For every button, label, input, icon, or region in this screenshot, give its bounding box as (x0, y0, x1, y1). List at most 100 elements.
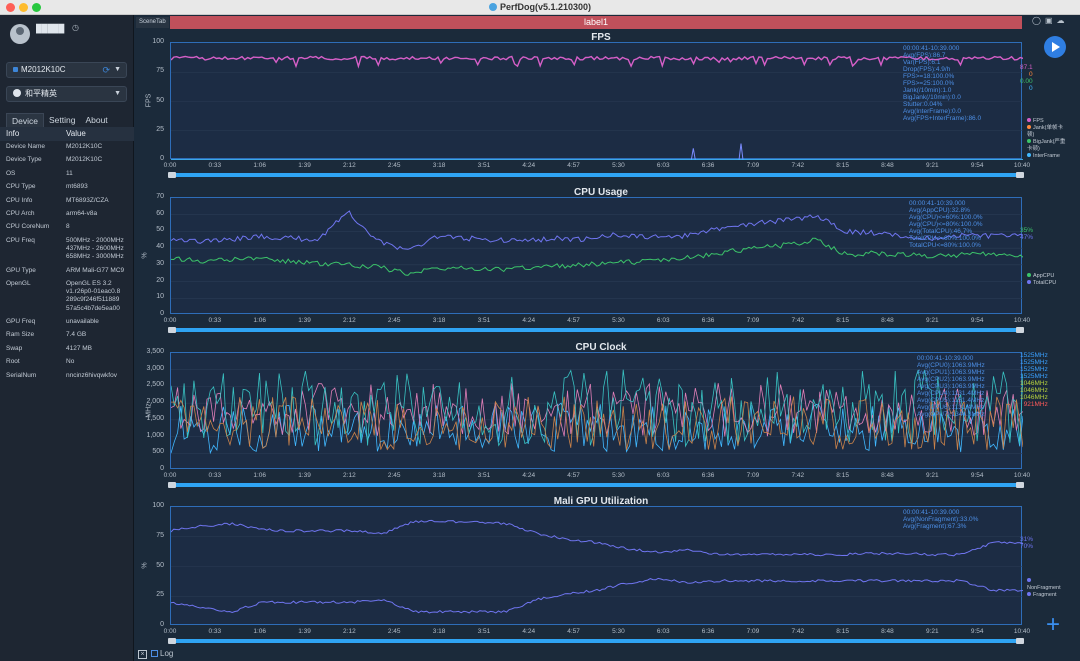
scene-tab[interactable]: SceneTab (136, 17, 169, 28)
tab-about[interactable]: About (80, 113, 112, 128)
folder-icon[interactable]: ▣ (1045, 16, 1057, 25)
info-value: unavailable (66, 318, 99, 325)
stat-line: 00:00:41-10:39.000 (903, 509, 960, 516)
info-key: GPU Freq (6, 318, 36, 325)
x-tick-label: 7:09 (746, 317, 760, 324)
chart-legend: FPS Jank(单帧卡顿) BigJank(严重卡顿) InterFrame (1027, 118, 1066, 160)
plot-area[interactable]: 00:00:41-10:39.000 Avg(NonFragment):33.0%… (170, 506, 1023, 625)
info-row: CPU Arch arm64-v8a (0, 210, 132, 218)
x-tick-label: 2:12 (343, 162, 356, 169)
app-select[interactable]: 和平精英 ▼ (6, 86, 127, 102)
avatar[interactable] (10, 24, 30, 44)
app-select-value: 和平精英 (25, 89, 57, 98)
info-key: CPU Freq (6, 236, 35, 244)
scroll-handle-left[interactable] (168, 327, 176, 333)
legend-swatch (1027, 592, 1031, 596)
history-icon[interactable]: ◷ (72, 23, 79, 32)
scroll-handle-right[interactable] (1016, 482, 1024, 488)
timeline-scrollbar[interactable] (168, 482, 1024, 488)
stat-line: Avg(Fragment):67.3% (903, 523, 967, 530)
timeline-scrollbar[interactable] (168, 638, 1024, 644)
legend-item[interactable]: Fragment (1027, 592, 1066, 599)
stat-line: Avg(AppCPU):32.8% (909, 207, 970, 214)
tab-setting[interactable]: Setting (44, 113, 80, 128)
x-tick-label: 2:45 (387, 628, 401, 635)
timeline-scrollbar[interactable] (168, 172, 1024, 178)
legend-item[interactable]: InterFrame (1027, 153, 1066, 160)
stat-line: TotalCPU<=80%:100.0% (909, 242, 981, 249)
y-tick-label: 75 (156, 531, 164, 539)
scroll-handle-left[interactable] (168, 482, 176, 488)
x-tick-label: 7:42 (791, 317, 805, 324)
sidebar-tabs: Device Setting About (6, 113, 113, 128)
x-tick-label: 2:45 (387, 317, 401, 324)
plot-area[interactable]: 00:00:41-10:39.000 Avg(CPU0):1063.9MHz Avg… (170, 352, 1023, 469)
cloud-icon[interactable]: ☁ (1057, 16, 1069, 25)
legend-swatch (1027, 280, 1031, 284)
scroll-handle-right[interactable] (1016, 638, 1024, 644)
tab-device[interactable]: Device (6, 113, 44, 128)
x-tick-label: 4:24 (522, 628, 536, 635)
timeline-scrollbar[interactable] (168, 327, 1024, 333)
info-row: OS 11 (0, 170, 132, 178)
close-log-button[interactable]: × (138, 650, 147, 659)
x-tick-label: 8:48 (881, 628, 894, 635)
device-info-table: Info Value Device Name M2012K10C Device Ty… (0, 127, 134, 379)
label-bar[interactable]: label1 (170, 16, 1022, 29)
y-tick-label: 0 (160, 465, 164, 472)
x-tick-label: 6:36 (701, 628, 715, 635)
y-tick-label: 25 (156, 125, 164, 133)
y-tick-label: 75 (156, 67, 164, 75)
add-icon[interactable]: + (1046, 613, 1060, 637)
legend-item[interactable]: AppCPU (1027, 273, 1056, 280)
current-value: 1046MHz (1020, 380, 1048, 387)
x-tick-label: 9:54 (970, 162, 984, 169)
current-values: 31% 70% (1020, 536, 1033, 550)
refresh-icon[interactable]: ⟳ (102, 63, 110, 77)
device-select[interactable]: M2012K10C ⟳ ▼ (6, 62, 127, 78)
x-tick-label: 0:00 (163, 472, 177, 479)
current-values: 35% 47% (1020, 227, 1033, 241)
plot-area[interactable]: 00:00:41-10:39.000 Avg(FPS):86.7 Var(FPS):… (170, 42, 1023, 160)
scroll-handle-right[interactable] (1016, 327, 1024, 333)
x-tick-label: 6:03 (656, 162, 670, 169)
current-value: 0 (1029, 71, 1033, 78)
legend-label: AppCPU (1033, 273, 1055, 279)
info-key: Device Type (6, 156, 42, 164)
legend-item[interactable]: NonFragment (1027, 578, 1066, 592)
stat-line: Avg(CPU)<=80%:100.0% (909, 221, 983, 228)
chart-fps: FPS 100 75 50 25 0 FPS 00:00:41-10:39.000 Avg(FP… (136, 30, 1066, 187)
legend-item[interactable]: Jank(单帧卡顿) (1027, 125, 1066, 139)
plot-area[interactable]: 00:00:41-10:39.000 Avg(AppCPU):32.8% Avg(C… (170, 197, 1023, 314)
x-tick-label: 0:33 (208, 628, 222, 635)
legend-label: InterFrame (1033, 153, 1060, 159)
y-tick-label: 3,000 (146, 364, 164, 372)
scroll-handle-left[interactable] (168, 638, 176, 644)
jank-spike (690, 148, 696, 160)
y-tick-label: 500 (152, 448, 164, 456)
legend-item[interactable]: TotalCPU (1027, 280, 1056, 287)
sidebar: █████ ◷ M2012K10C ⟳ ▼ 和平精英 ▼ Device Sett… (0, 15, 134, 661)
x-tick-label: 1:39 (298, 317, 311, 324)
y-tick-label: 1,000 (146, 431, 164, 439)
scroll-handle-right[interactable] (1016, 172, 1024, 178)
x-tick-label: 8:48 (881, 472, 894, 479)
legend-item[interactable]: BigJank(严重卡顿) (1027, 139, 1066, 153)
legend-item[interactable]: FPS (1027, 118, 1066, 125)
y-tick-label: 0 (160, 310, 164, 317)
info-value: arm64-v8a (66, 210, 98, 217)
location-icon[interactable]: ◯ (1032, 16, 1045, 25)
x-tick-label: 3:18 (432, 472, 446, 479)
plot-svg (171, 210, 1023, 299)
legend-label: Jank(单帧卡顿) (1027, 125, 1063, 138)
x-tick-label: 8:15 (836, 628, 849, 635)
x-tick-label: 10:40 (1013, 472, 1031, 479)
x-tick-label: 8:15 (836, 472, 849, 479)
x-tick-label: 3:51 (477, 317, 491, 324)
scroll-handle-left[interactable] (168, 172, 176, 178)
info-row: Device Type M2012K10C (0, 156, 132, 164)
log-checkbox[interactable] (151, 650, 158, 657)
stat-line: Avg(CPU3):1063.9MHz (917, 383, 985, 390)
x-tick-label: 4:24 (522, 162, 536, 169)
info-value: OpenGL ES 3.2 v1.r26p0-01eac0.8 289c9f24… (66, 280, 121, 312)
